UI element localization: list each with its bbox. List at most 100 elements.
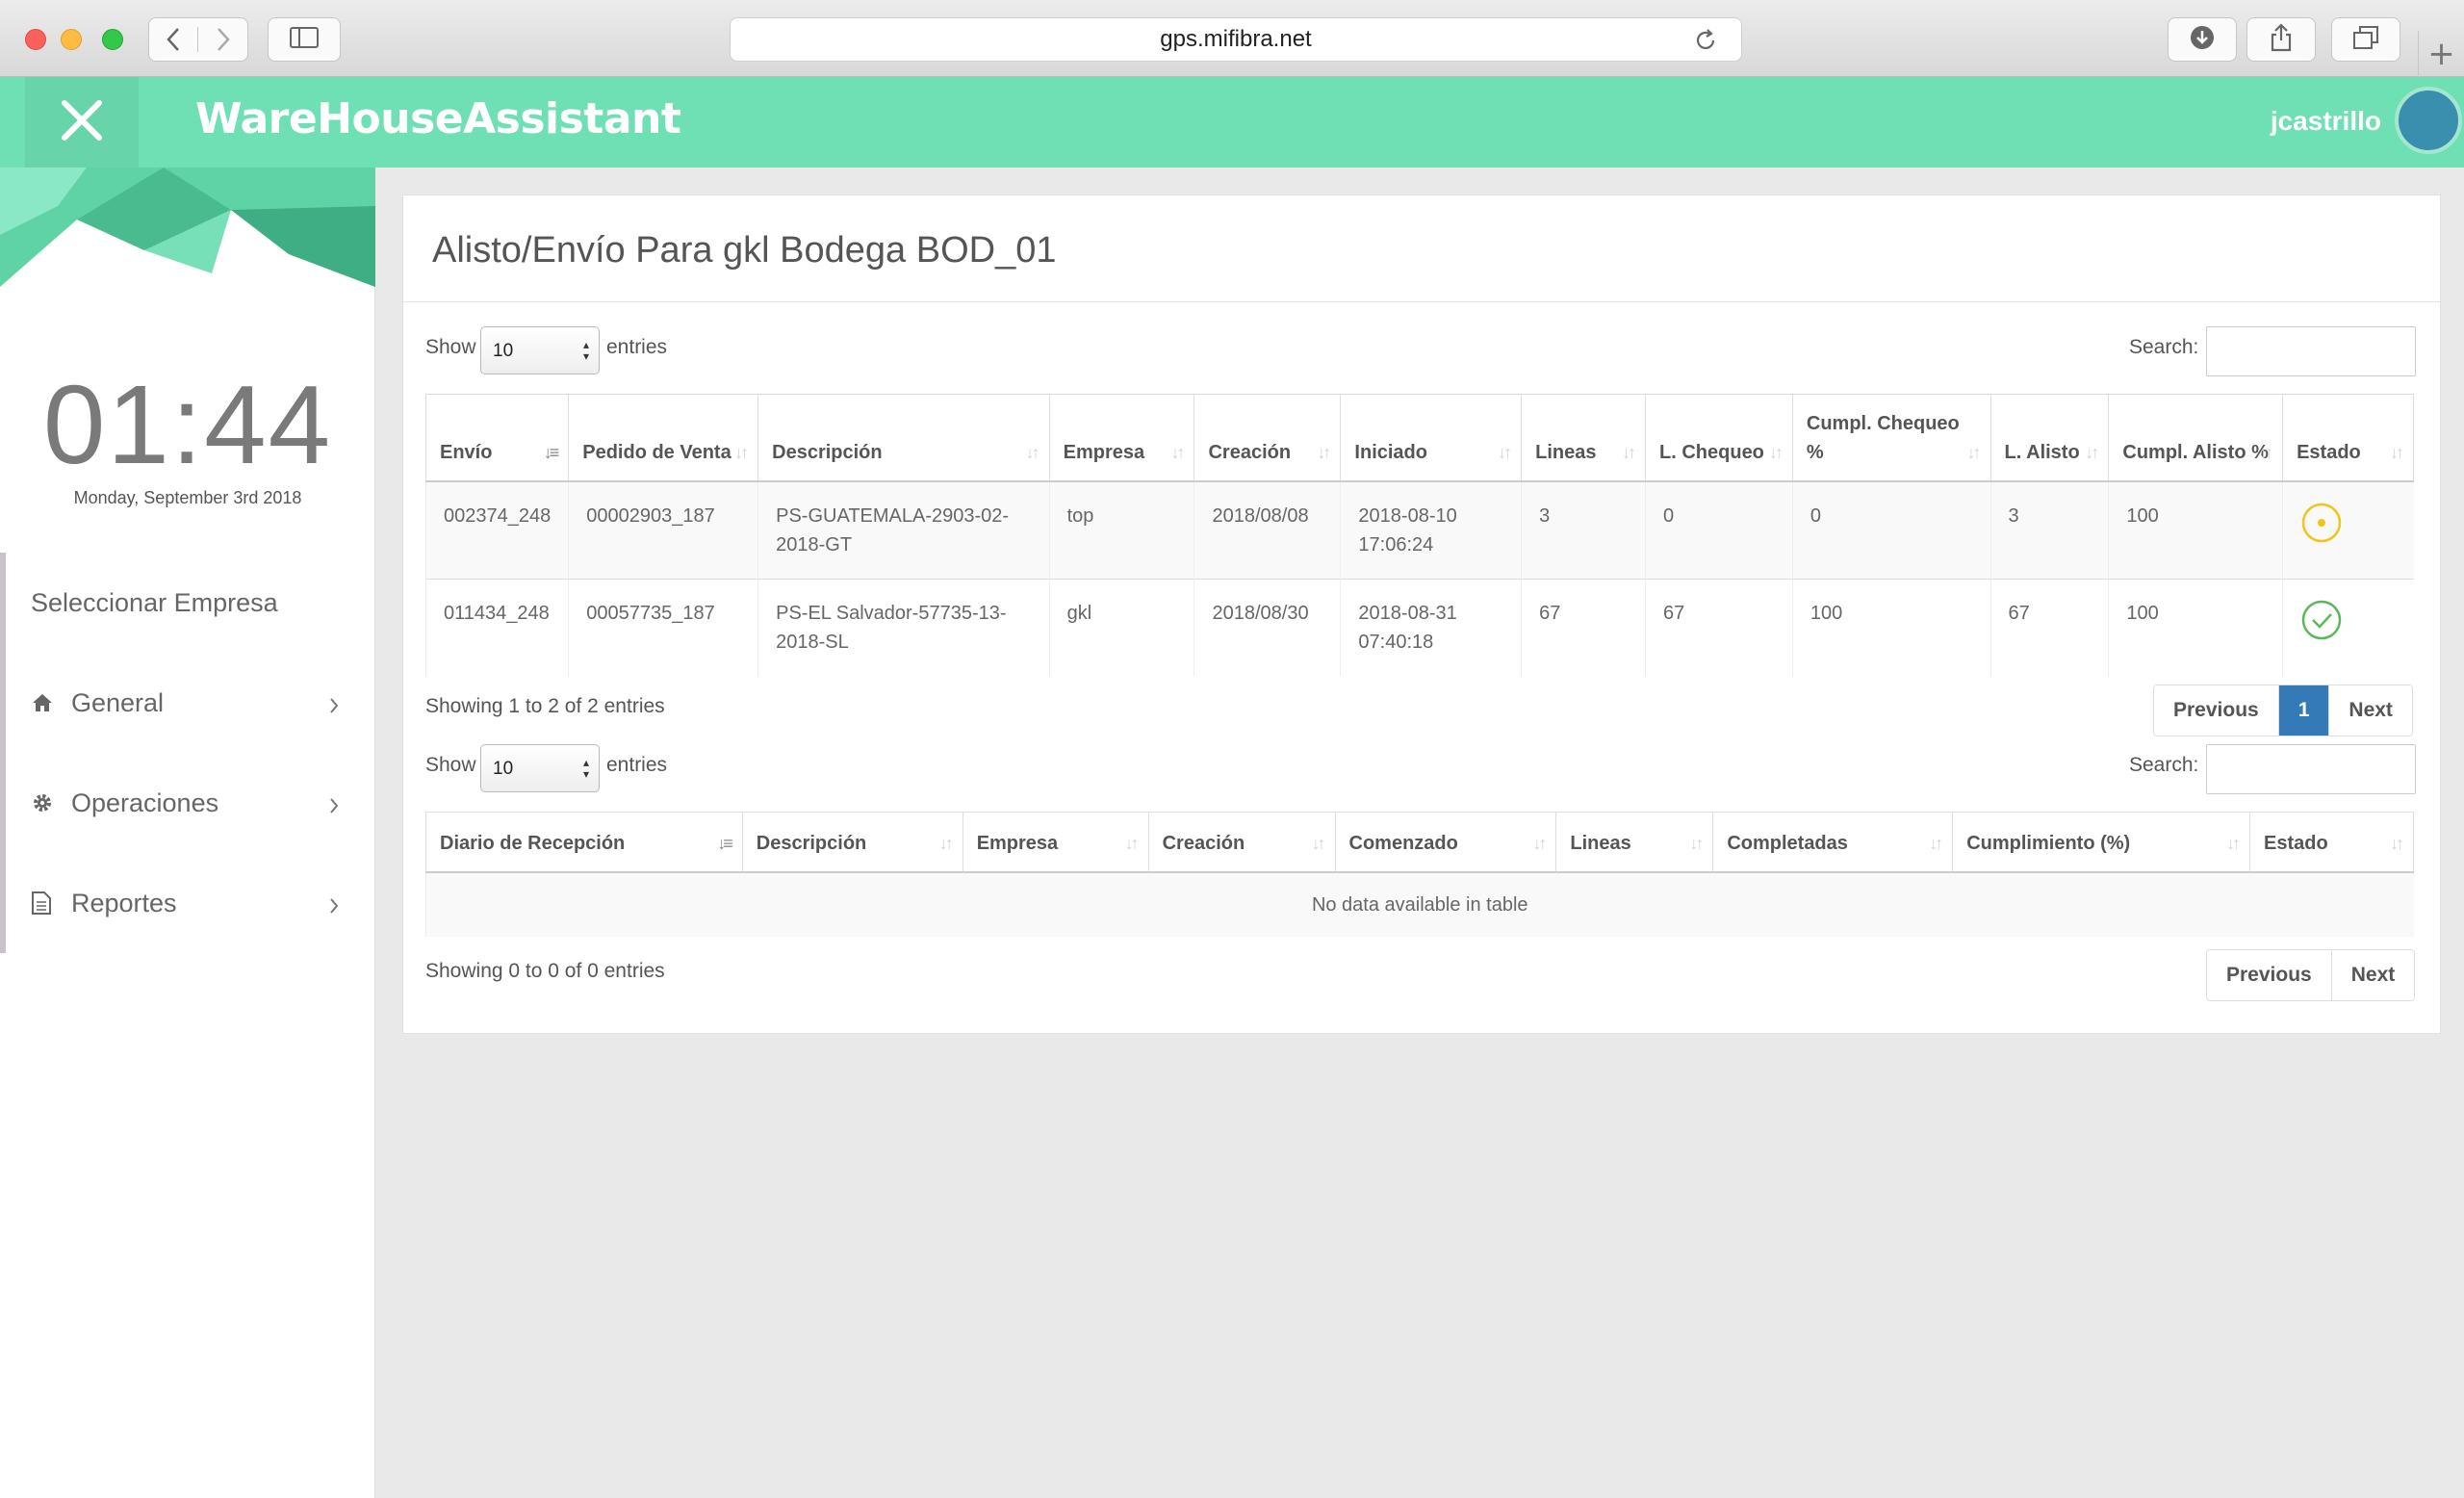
cell-lineas: 3: [1521, 480, 1646, 579]
sidebar-toggle-button[interactable]: [268, 17, 341, 62]
cell-envio: 011434_248: [424, 578, 569, 676]
search-label: Search:: [2129, 336, 2199, 358]
select-value: 10: [493, 341, 514, 361]
menu-toggle-button[interactable]: [25, 77, 139, 168]
next-button[interactable]: Next: [2329, 685, 2412, 736]
url-text: gps.mifibra.net: [1160, 26, 1312, 52]
home-icon: [31, 692, 56, 713]
sort-icon: ↓↑: [938, 833, 954, 853]
avatar[interactable]: [2395, 87, 2462, 154]
share-icon: [2270, 23, 2293, 56]
sidebar-item-label: General: [71, 687, 165, 717]
col-header[interactable]: Empresa ↓↑: [1048, 394, 1195, 482]
col-header[interactable]: Estado ↓↑: [2249, 812, 2414, 873]
gear-icon: [31, 791, 56, 814]
col-header[interactable]: Envío ↓≡: [424, 394, 570, 482]
col-header[interactable]: Descripción ↓↑: [757, 394, 1050, 482]
previous-button[interactable]: Previous: [2207, 950, 2332, 1000]
sort-icon: ↓≡: [543, 442, 559, 462]
sort-icon: ↓↑: [734, 442, 749, 462]
col-header[interactable]: Comenzado ↓↑: [1334, 812, 1557, 873]
plus-icon: +: [2427, 35, 2455, 73]
col-header[interactable]: L. Alisto ↓↑: [1989, 394, 2110, 482]
sort-icon: ↓↑: [1311, 833, 1326, 853]
search-input[interactable]: [2206, 326, 2416, 376]
page-1-button[interactable]: 1: [2278, 685, 2330, 736]
col-header[interactable]: Iniciado ↓↑: [1340, 394, 1523, 482]
show-label: Show: [425, 754, 476, 776]
entries-label: entries: [606, 336, 668, 358]
chevron-right-icon: [329, 791, 339, 821]
cell-descripcion: PS-GUATEMALA-2903-02-2018-GT: [757, 480, 1050, 579]
col-header[interactable]: Cumpl. Alisto % ↓↑: [2108, 394, 2284, 482]
search-label: Search:: [2129, 754, 2199, 776]
new-tab-button[interactable]: +: [2418, 31, 2464, 77]
shipments-table: Envío ↓≡ Pedido de Venta ↓↑ Descripción ↓↑ …: [424, 394, 2414, 676]
col-header[interactable]: Diario de Recepción ↓≡: [425, 812, 743, 873]
close-window-button[interactable]: [25, 29, 46, 50]
col-header[interactable]: Lineas ↓↑: [1521, 394, 1647, 482]
cell-empresa: top: [1048, 480, 1194, 579]
col-header[interactable]: Completadas ↓↑: [1712, 812, 1954, 873]
table-row[interactable]: 011434_248 00057735_187 PS-EL Salvador-5…: [424, 578, 2414, 676]
search-input[interactable]: [2206, 744, 2416, 794]
zoom-window-button[interactable]: [102, 29, 123, 50]
sort-icon: ↓↑: [1768, 442, 1784, 462]
minimize-window-button[interactable]: [61, 29, 82, 50]
sort-icon: ↓↑: [1966, 442, 1982, 462]
col-header[interactable]: L. Chequeo ↓↑: [1645, 394, 1793, 482]
check-circle-icon[interactable]: [2300, 600, 2343, 646]
entries-length-select[interactable]: 10 ▴ ▾: [480, 326, 600, 374]
next-button[interactable]: Next: [2331, 950, 2415, 1000]
pagination: Previous 1 Next: [2153, 684, 2413, 736]
sidebar-item-reportes[interactable]: Reportes: [6, 853, 375, 953]
sidebar-item-operaciones[interactable]: Operaciones: [6, 753, 375, 853]
back-icon[interactable]: [149, 27, 199, 52]
cell-iniciado: 2018-08-10 17:06:24: [1340, 480, 1522, 579]
download-icon: [2189, 24, 2216, 55]
cell-cumpl-chequeo: 0: [1791, 480, 1991, 579]
user-name[interactable]: jcastrillo: [2271, 106, 2381, 137]
share-button[interactable]: [2246, 17, 2316, 62]
history-buttons: [148, 17, 248, 62]
table-row: No data available in table: [425, 871, 2414, 937]
sort-icon: ↓↑: [2226, 833, 2241, 853]
cell-empresa: gkl: [1048, 578, 1194, 676]
downloads-button[interactable]: [2168, 17, 2237, 62]
cell-envio: 002374_248: [424, 480, 569, 579]
table-row[interactable]: 002374_248 00002903_187 PS-GUATEMALA-290…: [424, 480, 2414, 579]
reload-icon[interactable]: [1693, 28, 1718, 60]
select-value: 10: [493, 759, 514, 779]
col-header[interactable]: Creación ↓↑: [1194, 394, 1342, 482]
col-header[interactable]: Creación ↓↑: [1147, 812, 1336, 873]
app-header: WareHouseAssistant jcastrillo: [0, 77, 2464, 168]
col-header[interactable]: Estado ↓↑: [2282, 394, 2414, 482]
previous-button[interactable]: Previous: [2154, 685, 2279, 736]
sidebar-item-seleccionar-empresa[interactable]: Seleccionar Empresa: [6, 553, 375, 653]
sidebar-item-label: Reportes: [71, 888, 177, 917]
sort-icon: ↓↑: [2390, 442, 2404, 462]
document-icon: [31, 891, 56, 916]
forward-icon[interactable]: [198, 27, 247, 52]
sidebar-item-general[interactable]: General: [6, 653, 375, 753]
col-header[interactable]: Lineas ↓↑: [1555, 812, 1714, 873]
col-header[interactable]: Pedido de Venta ↓↑: [568, 394, 759, 482]
tabs-overview-button[interactable]: [2331, 17, 2400, 62]
cell-l-chequeo: 0: [1645, 480, 1793, 579]
app-brand[interactable]: WareHouseAssistant: [195, 94, 681, 143]
col-header[interactable]: Cumpl. Chequeo % ↓↑: [1791, 394, 1991, 482]
col-header[interactable]: Empresa ↓↑: [962, 812, 1149, 873]
sidebar-item-label: Operaciones: [71, 788, 219, 817]
entries-length-select[interactable]: 10 ▴ ▾: [480, 744, 600, 792]
table-info: Showing 1 to 2 of 2 entries: [425, 695, 665, 717]
cell-descripcion: PS-EL Salvador-57735-13-2018-SL: [757, 578, 1050, 676]
page-title: Alisto/Envío Para gkl Bodega BOD_01: [432, 230, 1057, 271]
show-label: Show: [425, 336, 476, 358]
col-header[interactable]: Descripción ↓↑: [741, 812, 963, 873]
address-bar[interactable]: gps.mifibra.net: [730, 17, 1742, 62]
col-header[interactable]: Cumplimiento (%) ↓↑: [1952, 812, 2251, 873]
cell-cumpl-alisto: 100: [2108, 480, 2283, 579]
sort-icon: ↓↑: [1317, 442, 1331, 462]
in-progress-icon[interactable]: [2300, 503, 2343, 549]
tabs-icon: [2352, 25, 2379, 54]
